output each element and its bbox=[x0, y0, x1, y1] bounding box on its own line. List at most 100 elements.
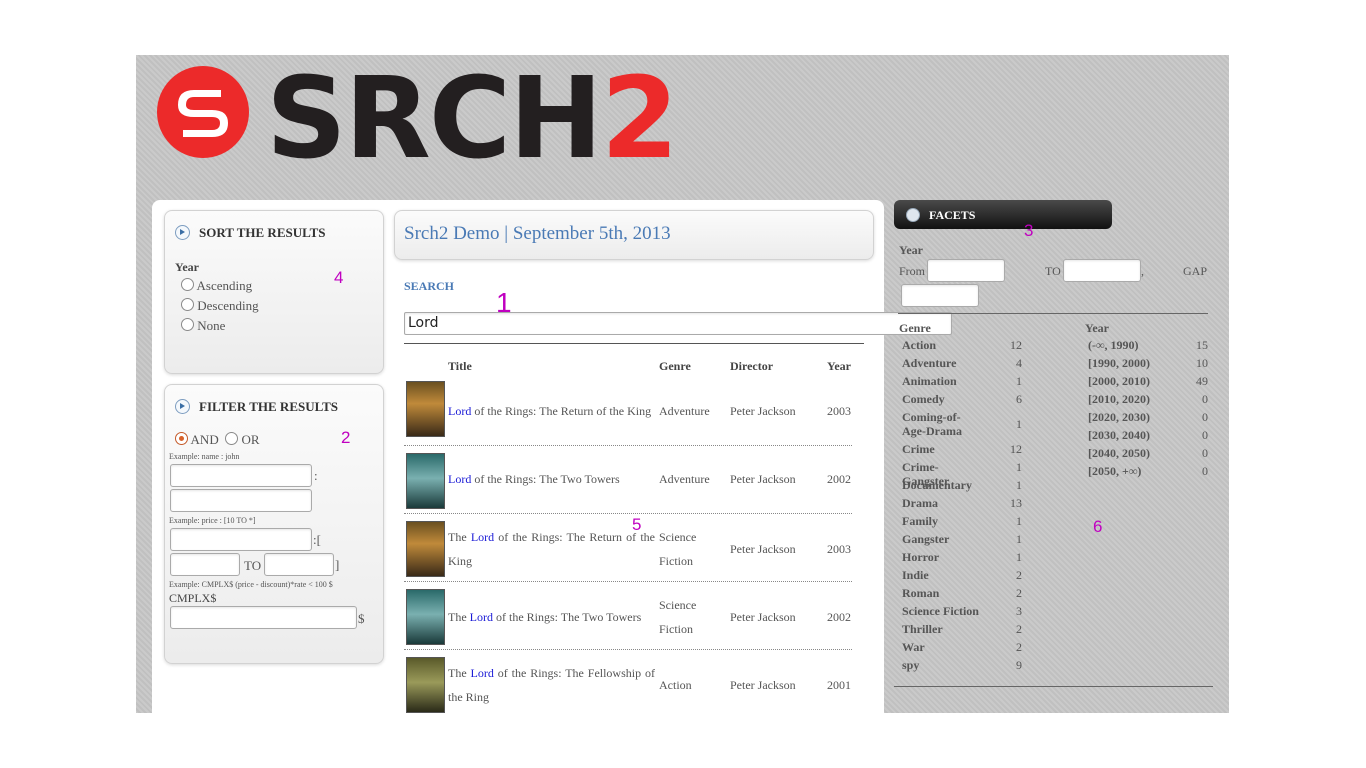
column-header-year[interactable]: Year bbox=[827, 359, 851, 374]
facet-item[interactable]: [1990, 2000) 10 bbox=[1088, 356, 1208, 374]
filter-value-input[interactable] bbox=[170, 489, 312, 512]
result-title-link[interactable]: Lord of the Rings: The Return of the Kin… bbox=[448, 399, 658, 423]
facet-item-label[interactable]: Thriller bbox=[902, 622, 982, 636]
facet-item-count: 4 bbox=[1016, 356, 1022, 370]
column-header-genre[interactable]: Genre bbox=[659, 359, 691, 374]
facet-item[interactable]: War 2 bbox=[902, 640, 1022, 658]
facet-item[interactable]: [2040, 2050) 0 bbox=[1088, 446, 1208, 464]
range-to-input[interactable] bbox=[264, 553, 334, 576]
range-close-bracket: ] bbox=[335, 557, 340, 572]
facet-item-label[interactable]: [2000, 2010) bbox=[1088, 374, 1178, 388]
annotation-label-3: 3 bbox=[1024, 221, 1034, 240]
facet-item[interactable]: [2000, 2010) 49 bbox=[1088, 374, 1208, 392]
facet-item-label[interactable]: [2020, 2030) bbox=[1088, 410, 1178, 424]
facet-item-label[interactable]: [2050, +∞) bbox=[1088, 464, 1178, 478]
facet-item[interactable]: [2020, 2030) 0 bbox=[1088, 410, 1208, 428]
movie-poster-image[interactable] bbox=[406, 381, 445, 437]
facet-item[interactable]: Horror 1 bbox=[902, 550, 1022, 568]
facet-item[interactable]: Science Fiction 3 bbox=[902, 604, 1022, 622]
movie-poster-image[interactable] bbox=[406, 453, 445, 509]
sort-option-none[interactable]: None bbox=[181, 318, 225, 334]
result-title-link[interactable]: The Lord of the Rings: The Two Towers bbox=[448, 605, 658, 629]
facet-item-label[interactable]: Crime bbox=[902, 442, 982, 456]
facet-range-from-input[interactable] bbox=[927, 259, 1005, 282]
table-row[interactable]: The Lord of the Rings: The Fellowship of… bbox=[404, 653, 852, 713]
facet-item[interactable]: Roman 2 bbox=[902, 586, 1022, 604]
facet-item-label[interactable]: [2010, 2020) bbox=[1088, 392, 1178, 406]
sort-option-descending[interactable]: Descending bbox=[181, 298, 259, 314]
facet-item[interactable]: Action 12 bbox=[902, 338, 1022, 356]
movie-poster-image[interactable] bbox=[406, 521, 445, 577]
facet-item-label[interactable]: (-∞, 1990) bbox=[1088, 338, 1178, 352]
facet-item-label[interactable]: Roman bbox=[902, 586, 982, 600]
facet-item[interactable]: Animation 1 bbox=[902, 374, 1022, 392]
facet-item-label[interactable]: War bbox=[902, 640, 982, 654]
facet-item[interactable]: Thriller 2 bbox=[902, 622, 1022, 640]
result-title-link[interactable]: Lord of the Rings: The Two Towers bbox=[448, 467, 658, 491]
cmplx-expression-input[interactable] bbox=[170, 606, 357, 629]
facet-item-label[interactable]: [1990, 2000) bbox=[1088, 356, 1178, 370]
range-field-input[interactable] bbox=[170, 528, 312, 551]
facet-range-gap-input[interactable] bbox=[901, 284, 979, 307]
filter-field-name-input[interactable] bbox=[170, 464, 312, 487]
facet-item[interactable]: Coming-of-Age-Drama 1 bbox=[902, 410, 1022, 442]
app-frame: SRCH2 SORT THE RESULTS Year Ascending De… bbox=[136, 55, 1229, 713]
expand-arrow-icon[interactable] bbox=[906, 208, 920, 222]
radio-and[interactable] bbox=[175, 432, 188, 445]
facet-item-label[interactable]: Documentary bbox=[902, 478, 982, 492]
search-input[interactable]: Lord bbox=[404, 312, 952, 335]
facet-item[interactable]: Crime 12 bbox=[902, 442, 1022, 460]
movie-poster-image[interactable] bbox=[406, 589, 445, 645]
facet-item-label[interactable]: Science Fiction bbox=[902, 604, 982, 618]
sort-option-ascending[interactable]: Ascending bbox=[181, 278, 252, 294]
facet-item[interactable]: spy 9 bbox=[902, 658, 1022, 676]
facet-item[interactable]: Adventure 4 bbox=[902, 356, 1022, 374]
table-row[interactable]: The Lord of the Rings: The Two Towers Sc… bbox=[404, 585, 852, 650]
expand-arrow-icon[interactable] bbox=[175, 225, 190, 240]
radio-descending[interactable] bbox=[181, 298, 194, 311]
facet-item-label[interactable]: Horror bbox=[902, 550, 982, 564]
column-header-director[interactable]: Director bbox=[730, 359, 773, 374]
table-row[interactable]: Lord of the Rings: The Return of the Kin… bbox=[404, 381, 852, 446]
range-from-input[interactable] bbox=[170, 553, 240, 576]
result-title-link[interactable]: The Lord of the Rings: The Fellowship of… bbox=[448, 661, 655, 709]
facet-item[interactable]: [2010, 2020) 0 bbox=[1088, 392, 1208, 410]
table-row[interactable]: Lord of the Rings: The Two Towers Advent… bbox=[404, 449, 852, 514]
facet-item-count: 2 bbox=[1016, 622, 1022, 636]
facet-item-label[interactable]: Indie bbox=[902, 568, 982, 582]
expand-arrow-icon[interactable] bbox=[175, 399, 190, 414]
radio-none[interactable] bbox=[181, 318, 194, 331]
facet-item-label[interactable]: Comedy bbox=[902, 392, 982, 406]
facet-item[interactable]: Family 1 bbox=[902, 514, 1022, 532]
facets-tab[interactable]: FACETS bbox=[894, 200, 1112, 229]
facet-item-label[interactable]: Animation bbox=[902, 374, 982, 388]
facet-item-label[interactable]: [2040, 2050) bbox=[1088, 446, 1178, 460]
facet-item-label[interactable]: Coming-of-Age-Drama bbox=[902, 410, 982, 438]
facet-item[interactable]: Comedy 6 bbox=[902, 392, 1022, 410]
facet-item[interactable]: [2030, 2040) 0 bbox=[1088, 428, 1208, 446]
facet-item-count: 1 bbox=[1016, 374, 1022, 388]
facet-item-label[interactable]: [2030, 2040) bbox=[1088, 428, 1178, 442]
facet-item[interactable]: Gangster 1 bbox=[902, 532, 1022, 550]
facet-item[interactable]: Indie 2 bbox=[902, 568, 1022, 586]
facet-range-to-input[interactable] bbox=[1063, 259, 1141, 282]
facet-item[interactable]: Crime-Gangster 1 bbox=[902, 460, 1022, 488]
facet-item-label[interactable]: Adventure bbox=[902, 356, 982, 370]
facet-item[interactable]: Documentary 1 bbox=[902, 478, 1022, 496]
facet-item[interactable]: (-∞, 1990) 15 bbox=[1088, 338, 1208, 356]
facet-item-label[interactable]: Gangster bbox=[902, 532, 982, 546]
facet-item-label[interactable]: Family bbox=[902, 514, 982, 528]
table-row[interactable]: The Lord of the Rings: The Return of the… bbox=[404, 517, 852, 582]
radio-ascending[interactable] bbox=[181, 278, 194, 291]
facet-item-label[interactable]: Drama bbox=[902, 496, 982, 510]
facet-range-comma: , bbox=[1141, 264, 1144, 278]
facet-item-count: 49 bbox=[1196, 374, 1208, 388]
facet-item-label[interactable]: spy bbox=[902, 658, 982, 672]
radio-or[interactable] bbox=[225, 432, 239, 445]
movie-poster-image[interactable] bbox=[406, 657, 445, 713]
facet-item[interactable]: Drama 13 bbox=[902, 496, 1022, 514]
facet-item[interactable]: [2050, +∞) 0 bbox=[1088, 464, 1208, 482]
facet-item-label[interactable]: Action bbox=[902, 338, 982, 352]
column-header-title[interactable]: Title bbox=[448, 359, 472, 374]
result-title-link[interactable]: The Lord of the Rings: The Return of the… bbox=[448, 525, 655, 573]
